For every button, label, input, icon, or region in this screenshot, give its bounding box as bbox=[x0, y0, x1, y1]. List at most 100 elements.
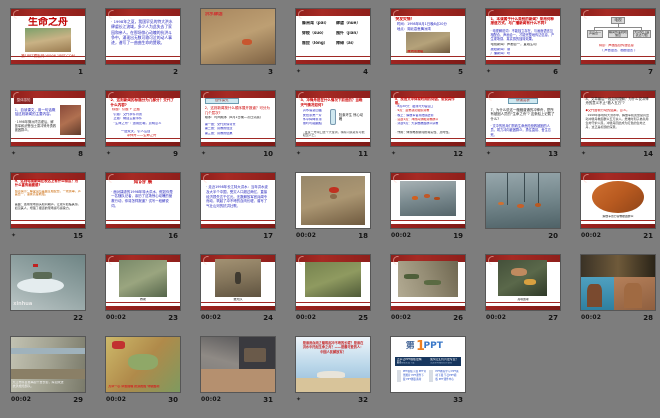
slide-canvas[interactable] bbox=[295, 172, 371, 229]
slide-canvas[interactable]: xinhua bbox=[10, 254, 86, 311]
slide-canvas[interactable]: 电视声画合一瞬间传递视听信息大众化口语表达习惯特点：声画结合传递信息（ 声音语言… bbox=[580, 8, 656, 65]
animation-star-icon[interactable]: ✦ bbox=[486, 69, 491, 75]
slide-canvas[interactable]: · 走近1998年长江特大洪水：当年洪水波及大半个中国，受灾人口超过两亿，直接经… bbox=[200, 172, 276, 229]
slide-thumbnail[interactable]: 8、文章最后一段如何理解？为什么说冲锋舟的意义不止“救人五万”?◆交代营救行动的… bbox=[580, 90, 656, 160]
animation-star-icon[interactable]: ✦ bbox=[486, 151, 491, 157]
slide-number: 17 bbox=[263, 232, 273, 240]
slide-thumbnail[interactable]: 九江市民自发串起十里长街，挥泪欢送抗洪抢险部队。00:0229 bbox=[10, 336, 86, 406]
slide-thumbnail[interactable]: 00:0218 bbox=[295, 172, 371, 242]
slide-thumbnail[interactable]: 9、这则电视新闻在表达上有什么特点？为什么富有画面感?特点提示：解说词与画面互相… bbox=[10, 172, 86, 242]
animation-star-icon[interactable]: ✦ bbox=[11, 151, 16, 157]
slide-thumbnail[interactable]: 3、冲锋舟是在什么情况下前进的？当晚天气情况如何?洪水湍急凶猛夜色漆黑一片水中障… bbox=[295, 90, 371, 160]
animation-star-icon[interactable]: ✦ bbox=[11, 233, 16, 239]
slide-canvas[interactable]: 3、冲锋舟是在什么情况下前进的？当晚天气情况如何?洪水湍急凶猛夜色漆黑一片水中障… bbox=[295, 90, 371, 147]
slide-thumbnail[interactable]: xinhua22 bbox=[10, 254, 86, 324]
slide-thumbnail[interactable]: 生命之舟第1PPT模板网:WWW.1PPT.COM1 bbox=[10, 8, 86, 78]
slide-thumbnail[interactable]: · 走近1998年长江特大洪水：当年洪水波及大半个中国，受灾人口超过两亿，直接经… bbox=[200, 172, 276, 242]
slide-thumbnail[interactable]: 电视声画合一瞬间传递视听信息大众化口语表达习惯特点：声画结合传递信息（ 声音语言… bbox=[580, 8, 656, 78]
slide-canvas[interactable] bbox=[390, 254, 466, 311]
slide-canvas[interactable]: 簰洲湾（pái）肆虐（nüè）穿梭（suō）围歼（jiān）靠拢（lǒng）障碍… bbox=[295, 8, 371, 65]
slide-canvas[interactable]: 解放军奋力营救被困群众 bbox=[580, 172, 656, 229]
slide-canvas[interactable]: 生命之舟第1PPT模板网:WWW.1PPT.COM bbox=[10, 8, 86, 65]
slide-shape bbox=[296, 378, 370, 392]
slide-canvas[interactable]: 是谁用血肉之躯筑起冲不垮的长堤？是谁在洪水中托起生命之舟？——是最可爱的人：中国… bbox=[295, 336, 371, 393]
slide-thumbnail[interactable]: 簰洲湾（pái）肆虐（nüè）穿梭（suō）围歼（jiān）靠拢（lǒng）障碍… bbox=[295, 8, 371, 78]
slide-thumbnail[interactable]: 20 bbox=[485, 172, 561, 242]
slide-text: · 文中的官兵们冒着生命危险营救被困的人员，竭力冲向被困群众，勇往直前、舍生忘死… bbox=[490, 124, 555, 137]
slide-footer-left: ✦ bbox=[11, 151, 16, 157]
slide-canvas[interactable] bbox=[580, 254, 656, 311]
slide-number: 24 bbox=[263, 314, 273, 322]
slide-canvas[interactable]: 2、这则新闻的标题分为几部分？交代了什么内容?标题：引题 + 正题引题：交代事件… bbox=[105, 90, 181, 147]
slide-thumbnail[interactable]: 解放军奋力营救被困群众00:0221 bbox=[580, 172, 656, 242]
slide-thumbnail[interactable]: 万众一心 众志成城 抗洪抢险 夺取胜利00:0230 bbox=[105, 336, 181, 406]
slide-canvas[interactable]: 敢死队 bbox=[200, 254, 276, 311]
slide-photo bbox=[398, 261, 459, 297]
slide-footer-left: ✦ bbox=[296, 69, 301, 75]
slide-thumbnail[interactable]: 00:0225 bbox=[295, 254, 371, 324]
slide-thumbnail[interactable]: 研读赏析7、为什么说这一艘艘普通的冲锋舟，是所有被困人员的“生命之舟”? 这条船… bbox=[485, 90, 561, 160]
slide-canvas[interactable]: 救助 bbox=[105, 254, 181, 311]
slide-thumbnail[interactable]: · 1998年之夏，我国罕见的特大洪水肆虐长江流域，多少人为此失去了家园和亲人。… bbox=[105, 8, 181, 78]
slide-thumbnail[interactable]: 敢死队00:0224 bbox=[200, 254, 276, 324]
animation-star-icon[interactable]: ✦ bbox=[581, 151, 586, 157]
slide-photo bbox=[119, 260, 166, 297]
template-red-bar bbox=[486, 306, 560, 310]
slide-canvas[interactable]: 整体感知1、自读课文，用一句话概括这则新闻的主要内容。· 1998年簰洲湾溃堤后… bbox=[10, 90, 86, 147]
slide-photo bbox=[25, 28, 71, 52]
template-red-bar bbox=[581, 224, 655, 228]
slide-thumbnail[interactable]: 知识扩展· 面对肆虐的1998年特大洪水，假如你是一名随队记者，亲历了这场惊心动… bbox=[105, 172, 181, 242]
slide-thumbnail[interactable]: 00:0219 bbox=[390, 172, 466, 242]
slide-number: 12 bbox=[453, 150, 463, 158]
slide-text: · 面对肆虐的1998年特大洪水，假如你是一名随队记者，亲历了这场惊心动魄的营救… bbox=[111, 190, 175, 209]
slide-canvas[interactable]: 9、这则电视新闻在表达上有什么特点？为什么富有画面感?特点提示：解说词与画面互相… bbox=[10, 172, 86, 229]
animation-star-icon[interactable]: ✦ bbox=[391, 151, 396, 157]
slide-canvas[interactable]: 第1PPT怎么让PPT模板更精彩？如何让幻灯片更专业？海量模板免费下载优质素材教… bbox=[390, 336, 466, 393]
slide-thumbnail[interactable]: 第1PPT怎么让PPT模板更精彩？如何让幻灯片更专业？海量模板免费下载优质素材教… bbox=[390, 336, 466, 406]
slide-thumbnail[interactable]: 合作探究2、这则新闻按什么顺序展开报道？可分为几个层次?顺序：时间顺序（8月1日… bbox=[200, 90, 276, 160]
slide-canvas[interactable] bbox=[390, 172, 466, 229]
slide-thumbnail[interactable]: 突发灾情！时间：1998年8月1日晚8点20分地点：湖北嘉鱼簰洲湾簰洲湾溃堤5 bbox=[390, 8, 466, 78]
slide-canvas[interactable]: 兵魂国魂 bbox=[485, 254, 561, 311]
slide-canvas[interactable]: 8、文章最后一段如何理解？为什么说冲锋舟的意义不止“救人五万”?◆交代营救行动的… bbox=[580, 90, 656, 147]
slide-thumbnail[interactable]: 1、本课属于什么类别的新闻？采用何种报道方式，与广播新闻有什么不同?· 电视解说… bbox=[485, 8, 561, 78]
slide-canvas[interactable]: 研读赏析7、为什么说这一艘艘普通的冲锋舟，是所有被困人员的“生命之舟”? 这条船… bbox=[485, 90, 561, 147]
slide-thumbnail[interactable]: 00:0231 bbox=[200, 336, 276, 406]
slide-canvas[interactable] bbox=[485, 172, 561, 229]
slide-canvas[interactable]: 知识扩展· 面对肆虐的1998年特大洪水，假如你是一名随队记者，亲历了这场惊心动… bbox=[105, 172, 181, 229]
slide-canvas[interactable]: 合作探究2、这则新闻按什么顺序展开报道？可分为几个层次?顺序：时间顺序（8月1日… bbox=[200, 90, 276, 147]
slide-thumbnail[interactable]: 是谁用血肉之躯筑起冲不垮的长堤？是谁在洪水中托起生命之舟？——是最可爱的人：中国… bbox=[295, 336, 371, 406]
slide-thumbnail[interactable]: 00:0226 bbox=[390, 254, 466, 324]
animation-star-icon[interactable]: ✦ bbox=[296, 397, 301, 403]
slide-text: 簰洲湾（pái） bbox=[302, 21, 333, 26]
slide-canvas[interactable]: 5、找出文中体现时间的词语，说说其作用。· 8点20分：簰洲湾大堤溃口· 9点：… bbox=[390, 90, 466, 147]
slide-canvas[interactable]: 九江市民自发串起十里长街，挥泪欢送抗洪抢险部队。 bbox=[10, 336, 86, 393]
slide-canvas[interactable] bbox=[295, 254, 371, 311]
slide-shape: 瞬间传递视听信息 bbox=[608, 30, 629, 38]
slide-canvas[interactable]: 万众一心 众志成城 抗洪抢险 夺取胜利 bbox=[105, 336, 181, 393]
slide-grid: 生命之舟第1PPT模板网:WWW.1PPT.COM1 · 1998年之夏，我国罕见… bbox=[0, 0, 660, 418]
slide-thumbnail[interactable]: 兵魂国魂00:0227 bbox=[485, 254, 561, 324]
slide-text: · 置身二号闸口这个大漩涡，稍有闪失就有可能船毁人亡。 bbox=[303, 131, 365, 139]
slide-thumbnail[interactable]: 2、这则新闻的标题分为几部分？交代了什么内容?标题：引题 + 正题引题：交代事件… bbox=[105, 90, 181, 160]
slide-canvas[interactable]: 洪水肆虐 bbox=[200, 8, 276, 65]
slide-canvas[interactable] bbox=[200, 336, 276, 393]
animation-star-icon[interactable]: ✦ bbox=[201, 151, 206, 157]
slide-thumbnail[interactable]: 洪水肆虐3 bbox=[200, 8, 276, 78]
slide-text: 报纸新闻：读 bbox=[490, 48, 534, 52]
slide-thumbnail[interactable]: 救助00:0223 bbox=[105, 254, 181, 324]
slide-canvas[interactable]: 1、本课属于什么类别的新闻？采用何种报道方式，与广播新闻有什么不同?· 电视解说… bbox=[485, 8, 561, 65]
slide-shape: 电视 bbox=[611, 17, 626, 24]
slide-thumbnail[interactable]: 整体感知1、自读课文，用一句话概括这则新闻的主要内容。· 1998年簰洲湾溃堤后… bbox=[10, 90, 86, 160]
animation-star-icon[interactable]: ✦ bbox=[106, 151, 111, 157]
animation-star-icon[interactable]: ✦ bbox=[296, 151, 301, 157]
slide-footer: 00:0229 bbox=[10, 393, 86, 406]
template-red-bar bbox=[391, 220, 465, 221]
slide-thumbnail[interactable]: 5、找出文中体现时间的词语，说说其作用。· 8点20分：簰洲湾大堤溃口· 9点：… bbox=[390, 90, 466, 160]
slide-canvas[interactable]: 突发灾情！时间：1998年8月1日晚8点20分地点：湖北嘉鱼簰洲湾簰洲湾溃堤 bbox=[390, 8, 466, 65]
template-red-bar bbox=[106, 91, 180, 98]
slide-canvas[interactable]: · 1998年之夏，我国罕见的特大洪水肆虐长江流域，多少人为此失去了家园和亲人。… bbox=[105, 8, 181, 65]
slide-footer-left: 00:02 bbox=[391, 314, 411, 321]
slide-thumbnail[interactable]: 00:0228 bbox=[580, 254, 656, 324]
animation-star-icon[interactable]: ✦ bbox=[296, 69, 301, 75]
